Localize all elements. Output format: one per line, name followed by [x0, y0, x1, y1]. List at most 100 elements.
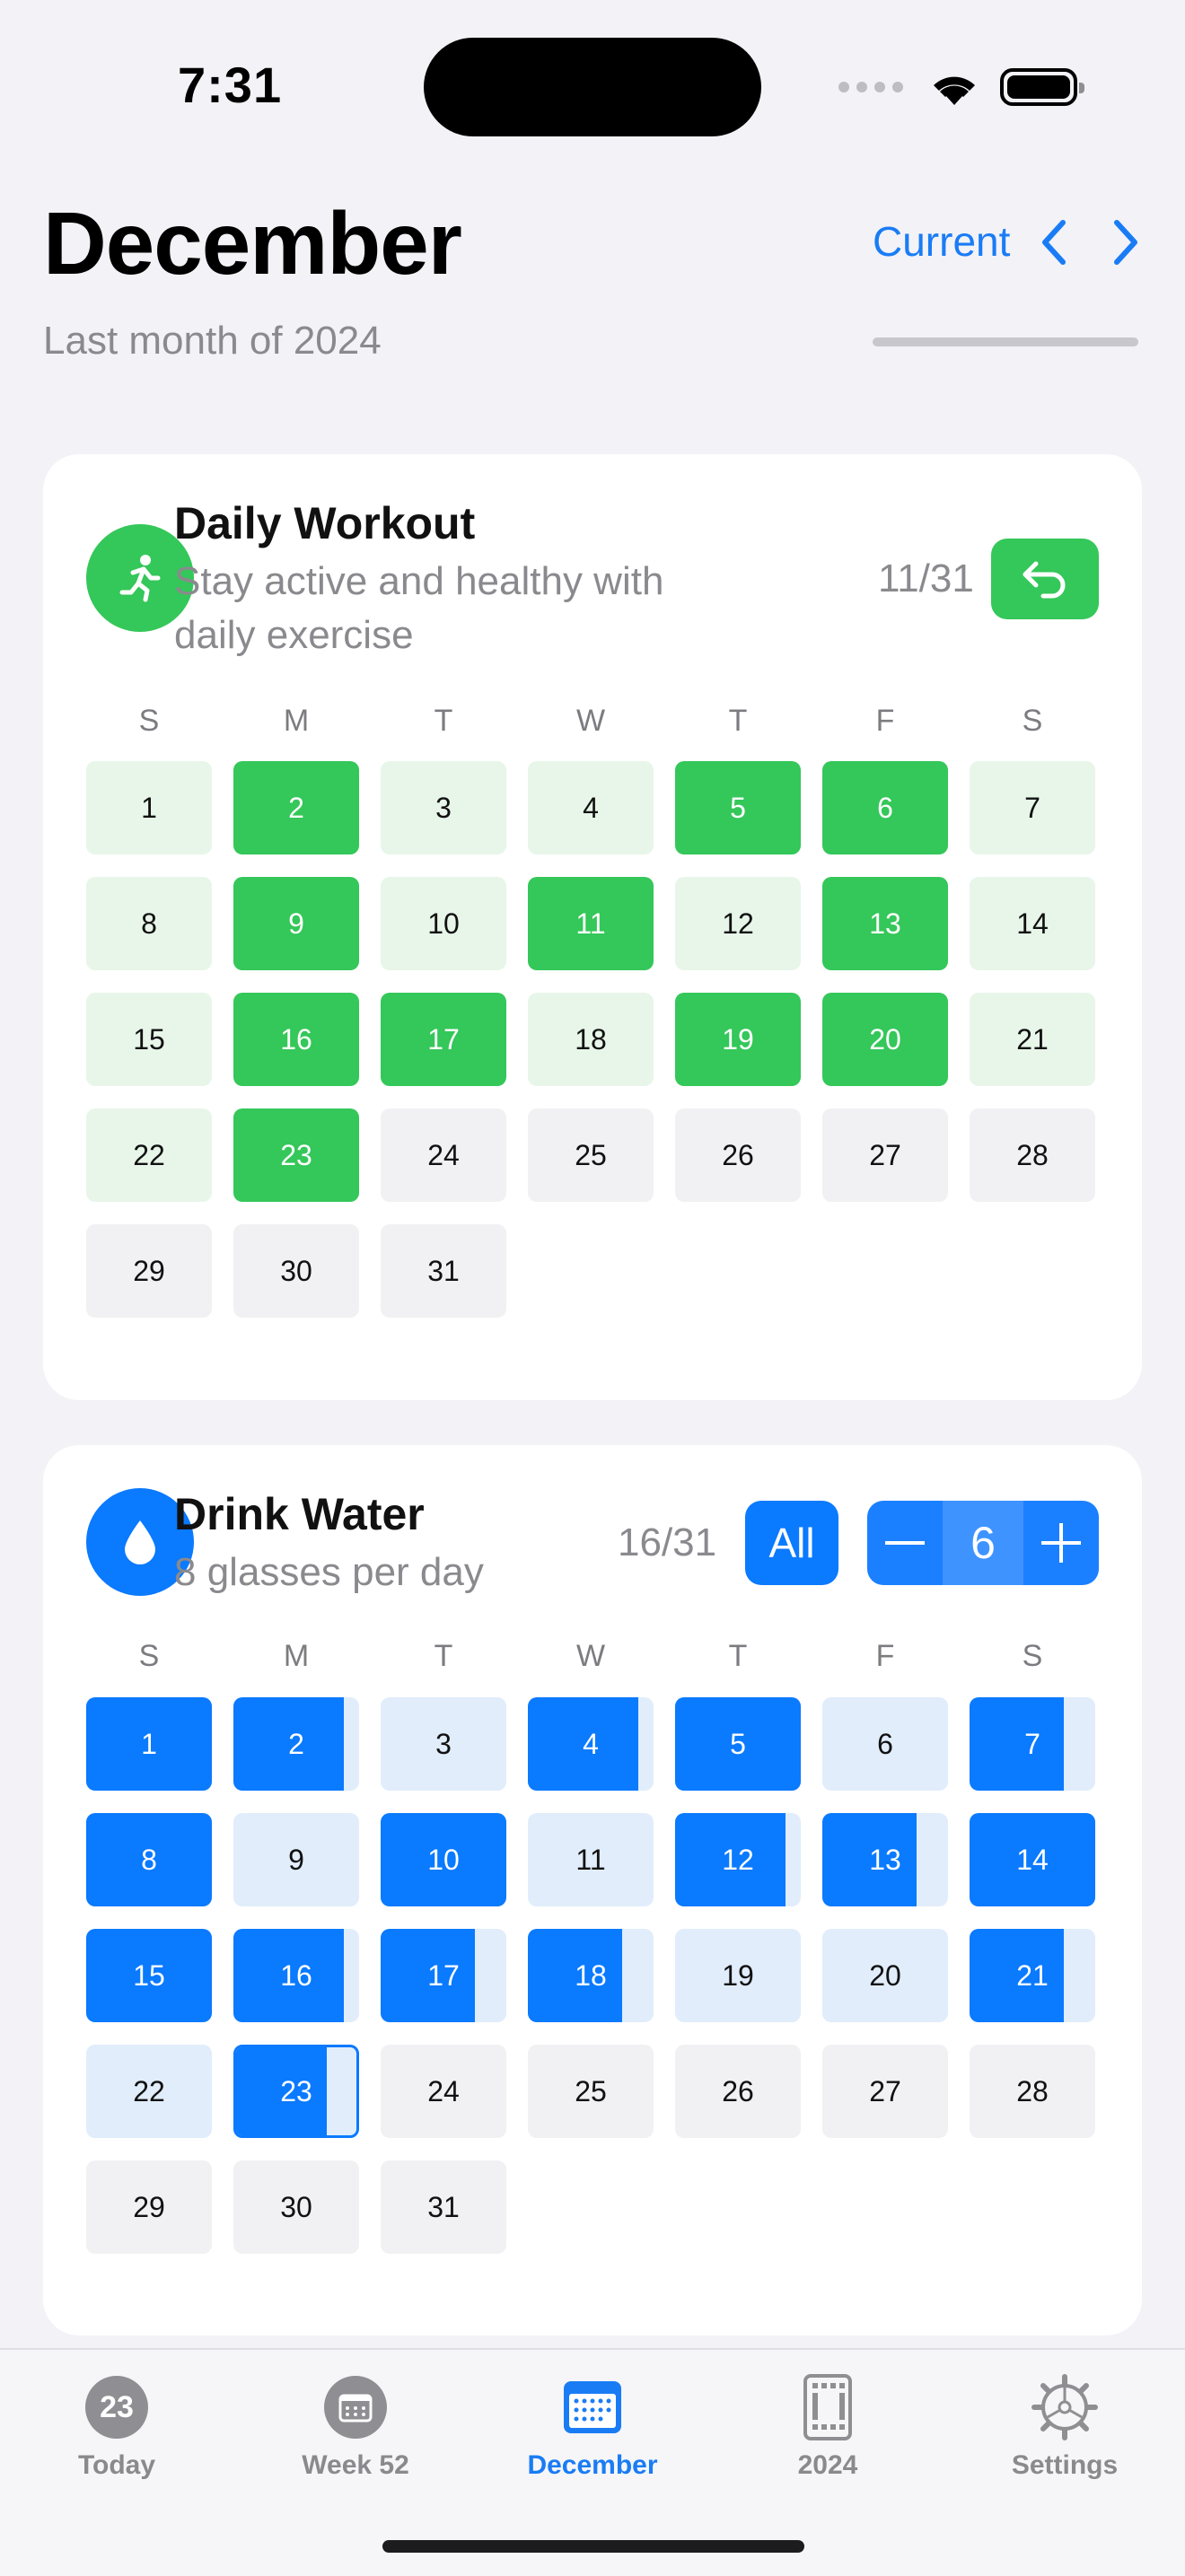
- calendar-day-cell[interactable]: 7: [970, 761, 1095, 854]
- calendar-day-cell[interactable]: 6: [822, 761, 948, 854]
- calendar-day-cell[interactable]: 13: [822, 877, 948, 970]
- calendar-day-cell[interactable]: 1: [86, 761, 212, 854]
- calendar-day-cell[interactable]: 12: [675, 1813, 801, 1906]
- calendar-day-cell[interactable]: 29: [86, 2160, 212, 2254]
- calendar-day-cell[interactable]: 25: [528, 1108, 654, 1202]
- calendar-day-cell[interactable]: 14: [970, 877, 1095, 970]
- calendar-day-cell[interactable]: 16: [233, 993, 359, 1086]
- tab-week[interactable]: Week 52: [266, 2371, 445, 2481]
- calendar-day-cell[interactable]: 29: [86, 1224, 212, 1318]
- calendar-day-cell[interactable]: 26: [675, 2045, 801, 2138]
- calendar-day-cell[interactable]: 31: [381, 2160, 506, 2254]
- calendar-day-cell[interactable]: 7: [970, 1697, 1095, 1791]
- calendar-day-cell[interactable]: 25: [528, 2045, 654, 2138]
- current-month-button[interactable]: Current: [873, 217, 1010, 266]
- weekday-label: T: [728, 704, 748, 738]
- calendar-day-cell[interactable]: 24: [381, 1108, 506, 1202]
- day-number: 5: [730, 791, 746, 824]
- calendar-day-cell[interactable]: 8: [86, 877, 212, 970]
- calendar-day-cell[interactable]: 21: [970, 1929, 1095, 2022]
- day-number: 19: [722, 1958, 754, 1992]
- day-number: 18: [575, 1022, 607, 1056]
- calendar-day-cell[interactable]: 31: [381, 1224, 506, 1318]
- calendar-day-cell[interactable]: 20: [822, 1929, 948, 2022]
- calendar-day-cell[interactable]: 24: [381, 2045, 506, 2138]
- calendar-day-cell[interactable]: 1: [86, 1697, 212, 1791]
- next-month-button[interactable]: [1102, 215, 1147, 269]
- calendar-day-cell[interactable]: 28: [970, 1108, 1095, 1202]
- calendar-day-cell[interactable]: 28: [970, 2045, 1095, 2138]
- calendar-day-cell[interactable]: 15: [86, 1929, 212, 2022]
- day-number: 15: [133, 1958, 165, 1992]
- cellular-signal-icon: [838, 82, 903, 92]
- calendar-day-cell[interactable]: 9: [233, 1813, 359, 1906]
- weekday-label: F: [875, 704, 895, 738]
- calendar-day-cell[interactable]: 27: [822, 1108, 948, 1202]
- previous-month-button[interactable]: [1032, 215, 1077, 269]
- calendar-day-cell[interactable]: 22: [86, 2045, 212, 2138]
- day-number: 7: [1024, 791, 1040, 824]
- calendar-day-cell[interactable]: 14: [970, 1813, 1095, 1906]
- calendar-day-cell[interactable]: 22: [86, 1108, 212, 1202]
- calendar-day-cell[interactable]: 2: [233, 761, 359, 854]
- weekday-label: W: [575, 1639, 606, 1673]
- calendar-day-cell[interactable]: 11: [528, 1813, 654, 1906]
- calendar-day-cell[interactable]: 4: [528, 1697, 654, 1791]
- calendar-day-cell[interactable]: 21: [970, 993, 1095, 1086]
- calendar-day-cell[interactable]: 9: [233, 877, 359, 970]
- tab-settings[interactable]: Settings: [975, 2371, 1154, 2481]
- tab-today[interactable]: 23 Today: [27, 2371, 206, 2481]
- calendar-day-cell[interactable]: 17: [381, 1929, 506, 2022]
- day-number: 19: [722, 1022, 754, 1056]
- calendar-day-cell[interactable]: 5: [675, 1697, 801, 1791]
- year-calendar-icon: [803, 2374, 852, 2440]
- calendar-day-cell[interactable]: 11: [528, 877, 654, 970]
- calendar-day-cell[interactable]: 2: [233, 1697, 359, 1791]
- calendar-day-cell[interactable]: 13: [822, 1813, 948, 1906]
- calendar-day-cell[interactable]: 3: [381, 1697, 506, 1791]
- calendar-day-cell[interactable]: 26: [675, 1108, 801, 1202]
- calendar-day-cell[interactable]: 19: [675, 1929, 801, 2022]
- day-number: 31: [427, 2190, 460, 2223]
- calendar-day-cell[interactable]: 4: [528, 761, 654, 854]
- horizontal-scroll-indicator[interactable]: [873, 337, 1138, 346]
- battery-icon: [1000, 68, 1084, 106]
- calendar-day-cell[interactable]: 5: [675, 761, 801, 854]
- calendar-day-badge-icon: 23: [85, 2376, 148, 2439]
- calendar-day-cell[interactable]: 23: [233, 1108, 359, 1202]
- habit-description: 8 glasses per day: [174, 1550, 484, 1594]
- day-number: 1: [141, 1727, 157, 1760]
- calendar-day-cell[interactable]: 18: [528, 993, 654, 1086]
- calendar-day-cell[interactable]: 3: [381, 761, 506, 854]
- calendar-day-cell[interactable]: 8: [86, 1813, 212, 1906]
- home-indicator[interactable]: [382, 2540, 804, 2553]
- increment-button[interactable]: [1023, 1501, 1099, 1585]
- tab-label: Today: [77, 2450, 156, 2480]
- week-calendar-icon: [324, 2376, 387, 2439]
- tab-month[interactable]: December: [503, 2371, 682, 2481]
- day-number: 2: [288, 791, 304, 824]
- weekday-label: W: [575, 704, 606, 738]
- calendar-day-cell[interactable]: 16: [233, 1929, 359, 2022]
- calendar-day-cell[interactable]: 6: [822, 1697, 948, 1791]
- fill-all-button[interactable]: All: [745, 1501, 838, 1585]
- calendar-day-cell[interactable]: 18: [528, 1929, 654, 2022]
- day-number: 22: [133, 2074, 165, 2107]
- calendar-day-cell[interactable]: 20: [822, 993, 948, 1086]
- calendar-day-cell[interactable]: 15: [86, 993, 212, 1086]
- calendar-day-cell[interactable]: 10: [381, 877, 506, 970]
- calendar-day-cell[interactable]: 17: [381, 993, 506, 1086]
- calendar-day-cell[interactable]: 10: [381, 1813, 506, 1906]
- calendar-day-cell[interactable]: 30: [233, 1224, 359, 1318]
- tab-year[interactable]: 2024: [738, 2371, 917, 2481]
- undo-button[interactable]: [991, 539, 1099, 619]
- calendar-day-cell[interactable]: 19: [675, 993, 801, 1086]
- decrement-button[interactable]: [867, 1501, 943, 1585]
- calendar-day-cell[interactable]: 12: [675, 877, 801, 970]
- day-number: 4: [583, 1727, 599, 1760]
- calendar-day-cell[interactable]: 27: [822, 2045, 948, 2138]
- minus-icon: [885, 1541, 925, 1545]
- day-number: 1: [141, 791, 157, 824]
- calendar-day-cell[interactable]: 23: [233, 2045, 359, 2138]
- calendar-day-cell[interactable]: 30: [233, 2160, 359, 2254]
